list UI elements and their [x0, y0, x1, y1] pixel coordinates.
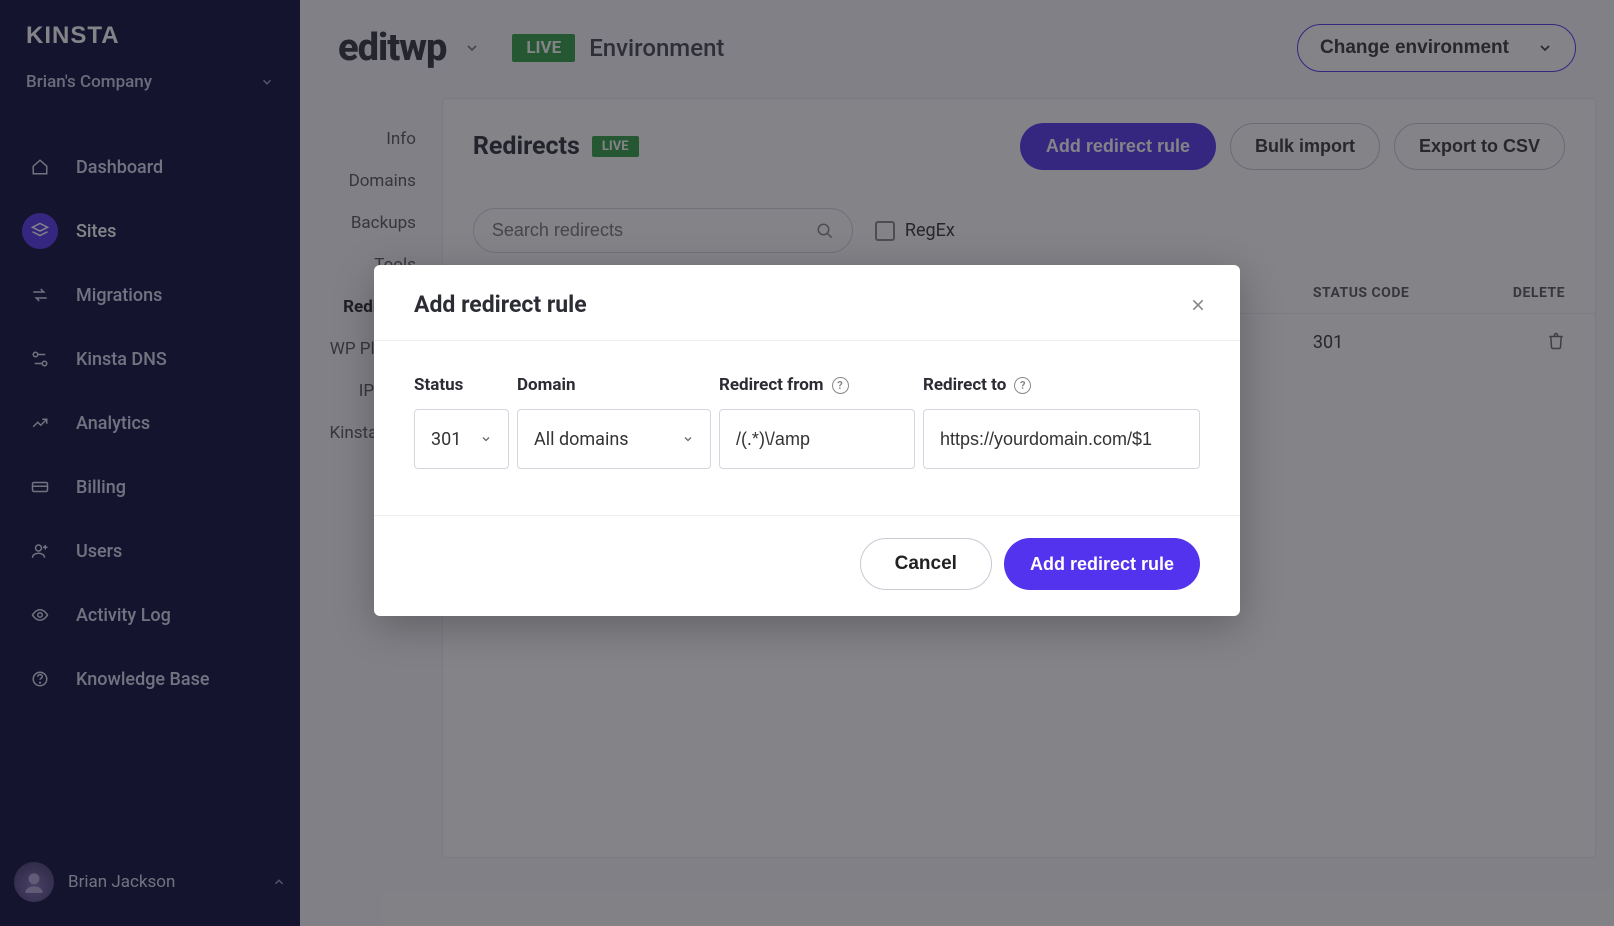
add-redirect-modal: Add redirect rule Status 301 Domain All … — [374, 265, 1240, 616]
domain-value: All domains — [534, 429, 629, 450]
domain-select[interactable]: All domains — [517, 409, 711, 469]
close-icon[interactable] — [1190, 297, 1206, 313]
domain-label: Domain — [517, 375, 711, 395]
modal-overlay: Add redirect rule Status 301 Domain All … — [0, 0, 1614, 926]
cancel-button[interactable]: Cancel — [860, 538, 992, 590]
status-select[interactable]: 301 — [414, 409, 509, 469]
chevron-down-icon — [682, 433, 694, 445]
chevron-down-icon — [480, 433, 492, 445]
redirect-to-input[interactable] — [923, 409, 1200, 469]
redirect-from-input[interactable] — [719, 409, 915, 469]
redirect-from-label: Redirect from ? — [719, 375, 915, 395]
help-icon[interactable]: ? — [832, 377, 849, 394]
status-label: Status — [414, 375, 509, 395]
modal-title: Add redirect rule — [414, 291, 587, 318]
status-value: 301 — [431, 429, 461, 450]
submit-button[interactable]: Add redirect rule — [1004, 538, 1200, 590]
help-icon[interactable]: ? — [1014, 377, 1031, 394]
redirect-to-label: Redirect to ? — [923, 375, 1200, 395]
